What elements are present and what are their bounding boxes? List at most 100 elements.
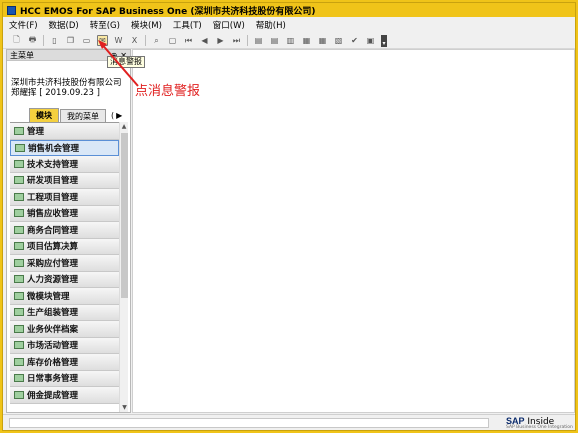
module-item[interactable]: 销售应收管理 xyxy=(10,205,119,222)
module-icon xyxy=(14,159,24,168)
main-menu-title: 主菜单 xyxy=(10,50,34,60)
base-document-icon[interactable]: ▤ xyxy=(253,35,264,46)
module-label: 市场活动管理 xyxy=(27,341,79,352)
module-icon xyxy=(14,225,24,234)
last-record-icon[interactable]: ⏭ xyxy=(231,35,242,46)
chevron-right-icon[interactable]: ▶ xyxy=(116,111,122,120)
scroll-down-icon[interactable]: ▼ xyxy=(120,403,129,412)
menu-goto[interactable]: 转至(G) xyxy=(90,19,120,31)
module-icon xyxy=(14,126,24,135)
previous-record-icon[interactable]: ◀ xyxy=(199,35,210,46)
module-item[interactable]: 佣金提成管理 xyxy=(10,387,119,404)
window-title: HCC EMOS For SAP Business One (深圳市共济科技股份… xyxy=(20,6,316,17)
module-icon xyxy=(14,242,24,251)
module-item[interactable]: 库存价格管理 xyxy=(10,354,119,371)
module-icon xyxy=(14,258,24,267)
form-settings-icon[interactable]: ▦ xyxy=(317,35,328,46)
module-item[interactable]: 研发项目管理 xyxy=(10,172,119,189)
module-label: 管理 xyxy=(27,126,45,137)
module-label: 采购应付管理 xyxy=(27,258,79,269)
tab-scroll[interactable]: ( ▶ xyxy=(111,109,122,122)
module-icon xyxy=(14,209,24,218)
find-icon[interactable]: ⌕ xyxy=(151,35,162,46)
module-item[interactable]: 商务合同管理 xyxy=(10,222,119,239)
module-item[interactable]: 项目估算决算 xyxy=(10,238,119,255)
module-icon xyxy=(14,275,24,284)
menu-tools[interactable]: 工具(T) xyxy=(173,19,202,31)
module-label: 微模块管理 xyxy=(27,291,70,302)
scroll-thumb[interactable] xyxy=(121,133,128,298)
status-bar: SAP Inside SAP Business One Integration xyxy=(3,414,575,430)
module-item[interactable]: 工程项目管理 xyxy=(10,189,119,206)
print-icon[interactable]: 🖶 xyxy=(27,35,38,46)
module-icon xyxy=(14,341,24,350)
next-record-icon[interactable]: ▶ xyxy=(215,35,226,46)
chart-icon[interactable]: ▧ xyxy=(333,35,344,46)
module-item[interactable]: 日常事务管理 xyxy=(10,370,119,387)
tab-modules[interactable]: 模块 xyxy=(29,108,59,122)
print-preview-icon[interactable]: 🗋 xyxy=(11,35,22,46)
module-label: 技术支持管理 xyxy=(27,159,79,170)
module-icon xyxy=(14,291,24,300)
module-icon xyxy=(14,324,24,333)
module-icon xyxy=(14,308,24,317)
target-document-icon[interactable]: ▤ xyxy=(269,35,280,46)
module-item[interactable]: 采购应付管理 xyxy=(10,255,119,272)
module-label: 业务伙伴档案 xyxy=(27,324,79,335)
menu-window[interactable]: 窗口(W) xyxy=(213,19,245,31)
module-label: 生产组装管理 xyxy=(27,308,79,319)
tab-my-menu[interactable]: 我的菜单 xyxy=(60,109,106,122)
menu-data[interactable]: 数据(D) xyxy=(49,19,79,31)
title-bar[interactable]: HCC EMOS For SAP Business One (深圳市共济科技股份… xyxy=(3,3,575,17)
module-label: 研发项目管理 xyxy=(27,176,79,187)
module-item[interactable]: 人力资源管理 xyxy=(10,271,119,288)
module-item[interactable]: 技术支持管理 xyxy=(10,156,119,173)
copy-icon[interactable]: ❐ xyxy=(65,35,76,46)
module-item[interactable]: 生产组装管理 xyxy=(10,304,119,321)
workspace-area xyxy=(132,49,575,413)
menu-tabs: 模块 我的菜单 ( ▶ xyxy=(29,108,122,122)
approve-icon[interactable]: ✔ xyxy=(349,35,360,46)
module-item[interactable]: 销售机会管理 xyxy=(10,139,119,156)
journal-entry-icon[interactable]: ▦ xyxy=(301,35,312,46)
app-window: HCC EMOS For SAP Business One (深圳市共济科技股份… xyxy=(2,2,576,431)
menu-bar: 文件(F) 数据(D) 转至(G) 模块(M) 工具(T) 窗口(W) 帮助(H… xyxy=(3,18,575,32)
toolbar-separator xyxy=(43,35,44,46)
menu-modules[interactable]: 模块(M) xyxy=(131,19,162,31)
module-label: 商务合同管理 xyxy=(27,225,79,236)
module-label: 日常事务管理 xyxy=(27,374,79,385)
report-icon[interactable]: ▣ xyxy=(365,35,376,46)
status-message-field xyxy=(9,418,489,428)
add-icon[interactable]: ▢ xyxy=(167,35,178,46)
module-icon xyxy=(14,390,24,399)
module-label: 项目估算决算 xyxy=(27,242,79,253)
module-item[interactable]: 业务伙伴档案 xyxy=(10,321,119,338)
module-label: 工程项目管理 xyxy=(27,192,79,203)
module-label: 人力资源管理 xyxy=(27,275,79,286)
gross-profit-icon[interactable]: ▥ xyxy=(285,35,296,46)
main-menu-panel: 主菜单 ⊕ ✕ 深圳市共济科技股份有限公司 郑耀挥 [ 2019.09.23 ]… xyxy=(6,49,131,413)
module-icon xyxy=(15,143,25,152)
menu-file[interactable]: 文件(F) xyxy=(9,19,38,31)
module-item[interactable]: 微模块管理 xyxy=(10,288,119,305)
module-label: 库存价格管理 xyxy=(27,357,79,368)
toolbar-more-icon[interactable]: ▾ xyxy=(381,34,387,47)
first-record-icon[interactable]: ⏮ xyxy=(183,35,194,46)
module-item[interactable]: 市场活动管理 xyxy=(10,337,119,354)
module-label: 佣金提成管理 xyxy=(27,390,79,401)
toolbar: 🗋 🖶 ▯ ❐ ▭ ✉ W X ⌕ ▢ ⏮ ◀ ▶ ⏭ ▤ ▤ ▥ ▦ ▦ ▧ ✔ ▣ ▾ xyxy=(3,33,575,49)
tab-overflow-label: ( xyxy=(111,111,115,120)
toolbar-separator xyxy=(247,35,248,46)
module-icon xyxy=(14,357,24,366)
module-label: 销售应收管理 xyxy=(27,209,79,220)
sap-integration-label: SAP Business One Integration xyxy=(506,425,573,430)
menu-help[interactable]: 帮助(H) xyxy=(256,19,286,31)
annotation-text: 点消息警报 xyxy=(135,84,201,99)
document-icon[interactable]: ▯ xyxy=(49,35,60,46)
module-item[interactable]: 管理 xyxy=(10,123,119,140)
scroll-up-icon[interactable]: ▲ xyxy=(120,122,128,131)
module-icon xyxy=(14,192,24,201)
module-label: 销售机会管理 xyxy=(28,143,80,154)
module-list: 管理销售机会管理 技术支持管理 研发项目管理 工程项目管理 销售应收管理 商务合同管理 项目… xyxy=(10,122,119,412)
module-list-scrollbar[interactable]: ▲ ▼ xyxy=(119,122,128,412)
